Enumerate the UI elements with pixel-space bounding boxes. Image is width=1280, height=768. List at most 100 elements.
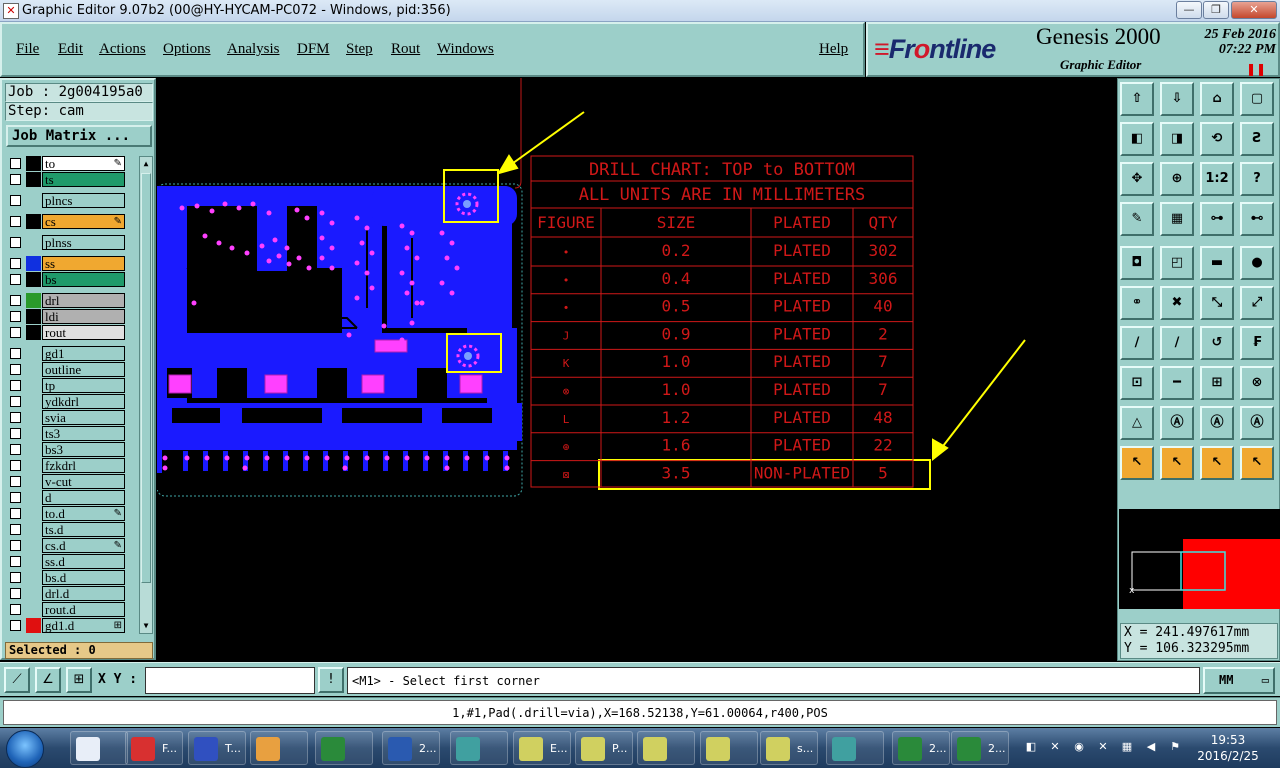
tray-icon-2[interactable]: ✕ — [1048, 740, 1062, 754]
layer-checkbox[interactable] — [10, 274, 21, 285]
zoom-fit-icon[interactable]: ✥ — [1120, 162, 1154, 196]
layer-checkbox[interactable] — [10, 174, 21, 185]
snap-angle-icon[interactable]: ∠ — [35, 667, 61, 693]
layer-row-outline[interactable]: outline — [6, 362, 126, 377]
text-icon[interactable]: Ⓐ — [1160, 406, 1194, 440]
layer-name[interactable]: drl.d — [42, 586, 125, 601]
layer-checkbox[interactable] — [10, 158, 21, 169]
layer-name[interactable]: ts3 — [42, 426, 125, 441]
taskbar-item-9[interactable] — [637, 731, 695, 765]
layer-name[interactable]: drl — [42, 293, 125, 308]
layer-checkbox[interactable] — [10, 540, 21, 551]
layer-row-svia[interactable]: svia — [6, 410, 126, 425]
layout-icon[interactable]: ▢ — [1240, 82, 1274, 116]
scroll-down-icon[interactable]: ▼ — [140, 619, 152, 633]
volume-icon[interactable]: ◀ — [1144, 740, 1158, 754]
layer-checkbox[interactable] — [10, 444, 21, 455]
layer-row-plnss[interactable]: plnss — [6, 235, 126, 250]
tray-icon-1[interactable]: ◧ — [1024, 740, 1038, 754]
zoom-prev-icon[interactable]: ◧ — [1120, 122, 1154, 156]
resize-icon[interactable]: ⊡ — [1120, 366, 1154, 400]
layer-checkbox[interactable] — [10, 364, 21, 375]
taskbar-item-11[interactable]: s... — [760, 731, 818, 765]
layer-name[interactable]: outline — [42, 362, 125, 377]
layer-row-drl[interactable]: drl — [6, 293, 126, 308]
layer-color-swatch[interactable] — [26, 586, 41, 601]
layer-name[interactable]: rout — [42, 325, 125, 340]
layer-color-swatch[interactable] — [26, 522, 41, 537]
layer-row-ts-d[interactable]: ts.d — [6, 522, 126, 537]
layer-name[interactable]: plnss — [42, 235, 125, 250]
home-icon[interactable]: ⌂ — [1200, 82, 1234, 116]
layer-color-swatch[interactable] — [26, 394, 41, 409]
menu-actions[interactable]: Actions — [99, 41, 146, 58]
alert-icon[interactable]: ! — [318, 667, 344, 693]
layer-row-plncs[interactable]: plncs — [6, 193, 126, 208]
close-step-icon[interactable]: ⇩ — [1160, 82, 1194, 116]
snap-grid-icon[interactable]: ⟋ — [4, 667, 30, 693]
layer-color-swatch[interactable] — [26, 156, 41, 171]
layer-name[interactable]: v-cut — [42, 474, 125, 489]
system-clock[interactable]: 19:53 2016/2/25 — [1190, 732, 1266, 764]
layer-name[interactable]: tp — [42, 378, 125, 393]
layer-color-swatch[interactable] — [26, 538, 41, 553]
polygon-icon[interactable]: ◰ — [1160, 246, 1194, 280]
layer-row-cs-d[interactable]: cs.d ✎ — [6, 538, 126, 553]
layer-color-swatch[interactable] — [26, 362, 41, 377]
menu-analysis[interactable]: Analysis — [227, 41, 280, 58]
layer-row-to[interactable]: to ✎ — [6, 156, 126, 171]
layer-color-swatch[interactable] — [26, 256, 41, 271]
layer-row-bs-d[interactable]: bs.d — [6, 570, 126, 585]
layer-color-swatch[interactable] — [26, 378, 41, 393]
layer-name[interactable]: ss.d — [42, 554, 125, 569]
layer-row-ts3[interactable]: ts3 — [6, 426, 126, 441]
undo-icon[interactable]: ⟲ — [1200, 122, 1234, 156]
graphic-canvas[interactable]: DRILL CHART: TOP to BOTTOM ALL UNITS ARE… — [157, 78, 1117, 661]
layer-name[interactable]: ts — [42, 172, 125, 187]
zoom-center-icon[interactable]: ⊕ — [1160, 162, 1194, 196]
layer-name[interactable]: bs3 — [42, 442, 125, 457]
layer-color-swatch[interactable] — [26, 346, 41, 361]
layer-name[interactable]: plncs — [42, 193, 125, 208]
copy-icon[interactable]: ⤢ — [1240, 286, 1274, 320]
layer-color-swatch[interactable] — [26, 235, 41, 250]
layer-name[interactable]: to ✎ — [42, 156, 125, 171]
job-matrix-button[interactable]: Job Matrix ... — [6, 125, 152, 147]
zoom-next-icon[interactable]: ◨ — [1160, 122, 1194, 156]
layer-color-swatch[interactable] — [26, 458, 41, 473]
layer-row-bs[interactable]: bs — [6, 272, 126, 287]
line-icon[interactable]: ∕ — [1120, 326, 1154, 360]
layer-name[interactable]: svia — [42, 410, 125, 425]
layer-checkbox[interactable] — [10, 460, 21, 471]
layer-color-swatch[interactable] — [26, 570, 41, 585]
layer-color-swatch[interactable] — [26, 325, 41, 340]
layer-row-ss[interactable]: ss — [6, 256, 126, 271]
text-fill-icon[interactable]: Ⓐ — [1240, 406, 1274, 440]
layer-row-ldi[interactable]: ldi — [6, 309, 126, 324]
layer-name[interactable]: ts.d — [42, 522, 125, 537]
layer-name[interactable]: bs — [42, 272, 125, 287]
grid-icon[interactable]: ▦ — [1160, 202, 1194, 236]
layer-name[interactable]: gd1 — [42, 346, 125, 361]
layer-name[interactable]: bs.d — [42, 570, 125, 585]
hline-icon[interactable]: ━ — [1160, 366, 1194, 400]
scale-icon[interactable]: 1:2 — [1200, 162, 1234, 196]
fill-icon[interactable]: ◘ — [1120, 246, 1154, 280]
layer-row-drl-d[interactable]: drl.d — [6, 586, 126, 601]
open-step-icon[interactable]: ⇧ — [1120, 82, 1154, 116]
menu-windows[interactable]: Windows — [437, 41, 494, 58]
layer-row-gd1-d[interactable]: gd1.d ⊞ — [6, 618, 126, 633]
layer-checkbox[interactable] — [10, 508, 21, 519]
menu-edit[interactable]: Edit — [58, 41, 83, 58]
layer-checkbox[interactable] — [10, 604, 21, 615]
layer-checkbox[interactable] — [10, 295, 21, 306]
layer-name[interactable]: cs ✎ — [42, 214, 125, 229]
mirror-icon[interactable]: ₣ — [1240, 326, 1274, 360]
taskbar-item-8[interactable]: P... — [575, 731, 633, 765]
layer-row-tp[interactable]: tp — [6, 378, 126, 393]
layer-row-rout-d[interactable]: rout.d — [6, 602, 126, 617]
layer-name[interactable]: ss — [42, 256, 125, 271]
menu-file[interactable]: File — [16, 41, 39, 58]
layer-checkbox[interactable] — [10, 380, 21, 391]
text-outline-icon[interactable]: Ⓐ — [1200, 406, 1234, 440]
